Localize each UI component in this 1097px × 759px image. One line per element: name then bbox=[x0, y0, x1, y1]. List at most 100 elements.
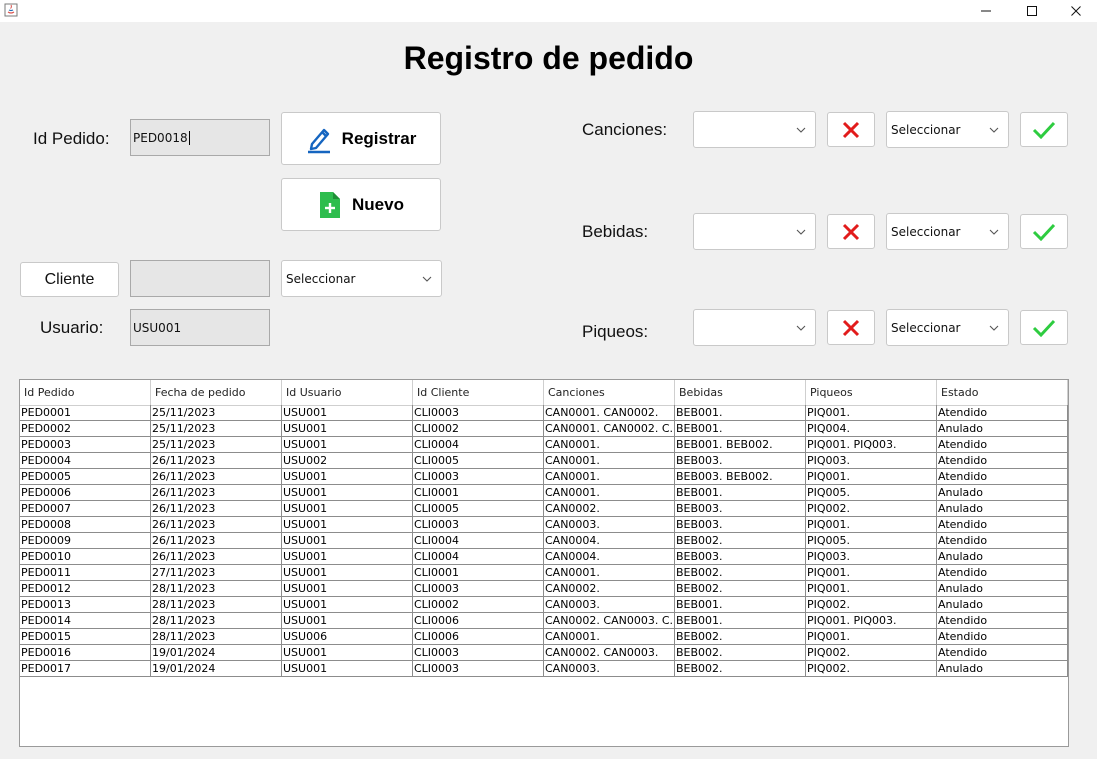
table-cell: Anulado bbox=[937, 597, 1068, 613]
table-cell: PED0011 bbox=[20, 565, 151, 581]
table-cell: BEB002. bbox=[675, 565, 806, 581]
table-cell: 27/11/2023 bbox=[151, 565, 282, 581]
piqueos-remove-button[interactable] bbox=[827, 310, 875, 345]
piqueos-added-select[interactable] bbox=[693, 309, 816, 346]
table-row[interactable]: PED0013 28/11/2023 USU001 CLI0002 CAN0003. BE… bbox=[20, 597, 1068, 613]
table-cell: Anulado bbox=[937, 549, 1068, 565]
java-app-icon bbox=[4, 3, 18, 17]
registrar-button[interactable]: Registrar bbox=[281, 112, 441, 165]
table-cell: PED0010 bbox=[20, 549, 151, 565]
table-cell: USU001 bbox=[282, 549, 413, 565]
table-row[interactable]: PED0002 25/11/2023 USU001 CLI0002 CAN0001. C… bbox=[20, 421, 1068, 437]
table-row[interactable]: PED0007 26/11/2023 USU001 CLI0005 CAN0002. BE… bbox=[20, 501, 1068, 517]
table-row[interactable]: PED0012 28/11/2023 USU001 CLI0003 CAN0002. BE… bbox=[20, 581, 1068, 597]
col-header-id-usuario[interactable]: Id Usuario bbox=[282, 380, 413, 405]
table-row[interactable]: PED0005 26/11/2023 USU001 CLI0003 CAN0001. BE… bbox=[20, 469, 1068, 485]
col-header-id-cliente[interactable]: Id Cliente bbox=[413, 380, 544, 405]
table-row[interactable]: PED0006 26/11/2023 USU001 CLI0001 CAN0001. BE… bbox=[20, 485, 1068, 501]
piqueos-select[interactable]: Seleccionar bbox=[886, 309, 1009, 346]
table-cell: PIQ001. PIQ003. bbox=[806, 613, 937, 629]
table-cell: CLI0004 bbox=[413, 549, 544, 565]
table-row[interactable]: PED0017 19/01/2024 USU001 CLI0003 CAN0003. BE… bbox=[20, 661, 1068, 677]
col-header-id-pedido[interactable]: Id Pedido bbox=[20, 380, 151, 405]
table-row[interactable]: PED0014 28/11/2023 USU001 CLI0006 CAN0002. C… bbox=[20, 613, 1068, 629]
table-cell: CAN0001. bbox=[544, 629, 675, 645]
col-header-canciones[interactable]: Canciones bbox=[544, 380, 675, 405]
table-cell: PED0012 bbox=[20, 581, 151, 597]
table-row[interactable]: PED0015 28/11/2023 USU006 CLI0006 CAN0001. BE… bbox=[20, 629, 1068, 645]
canciones-added-select[interactable] bbox=[693, 111, 816, 148]
close-icon bbox=[1071, 6, 1081, 16]
col-header-fecha[interactable]: Fecha de pedido bbox=[151, 380, 282, 405]
table-row[interactable]: PED0009 26/11/2023 USU001 CLI0004 CAN0004. BE… bbox=[20, 533, 1068, 549]
checkmark-icon bbox=[1032, 319, 1056, 337]
table-row[interactable]: PED0004 26/11/2023 USU002 CLI0005 CAN0001. BE… bbox=[20, 453, 1068, 469]
col-header-bebidas[interactable]: Bebidas bbox=[675, 380, 806, 405]
canciones-select[interactable]: Seleccionar bbox=[886, 111, 1009, 148]
registrar-button-label: Registrar bbox=[341, 128, 417, 148]
table-cell: CAN0002. bbox=[544, 581, 675, 597]
table-cell: USU001 bbox=[282, 469, 413, 485]
table-cell: BEB001. bbox=[675, 485, 806, 501]
table-row[interactable]: PED0008 26/11/2023 USU001 CLI0003 CAN0003. BE… bbox=[20, 517, 1068, 533]
table-cell: PIQ001. bbox=[806, 629, 937, 645]
table-cell: 26/11/2023 bbox=[151, 549, 282, 565]
table-cell: CLI0004 bbox=[413, 533, 544, 549]
table-cell: BEB001. BEB002. bbox=[675, 437, 806, 453]
canciones-add-button[interactable] bbox=[1020, 112, 1068, 147]
bebidas-add-button[interactable] bbox=[1020, 214, 1068, 249]
table-cell: CLI0002 bbox=[413, 597, 544, 613]
id-pedido-field[interactable]: PED0018 bbox=[130, 119, 270, 156]
orders-table[interactable]: Id Pedido Fecha de pedido Id Usuario Id Cli… bbox=[19, 379, 1069, 747]
cliente-select[interactable]: Seleccionar bbox=[281, 260, 442, 297]
table-cell: CAN0002. CAN0003. bbox=[544, 645, 675, 661]
table-cell: BEB002. bbox=[675, 533, 806, 549]
bebidas-select[interactable]: Seleccionar bbox=[886, 213, 1009, 250]
table-cell: 28/11/2023 bbox=[151, 581, 282, 597]
new-file-icon bbox=[320, 191, 341, 218]
table-cell: CLI0006 bbox=[413, 613, 544, 629]
table-cell: CLI0005 bbox=[413, 453, 544, 469]
table-cell: USU001 bbox=[282, 405, 413, 421]
cliente-button[interactable]: Cliente bbox=[20, 262, 119, 297]
table-row[interactable]: PED0010 26/11/2023 USU001 CLI0004 CAN0004. BE… bbox=[20, 549, 1068, 565]
table-cell: CAN0003. bbox=[544, 661, 675, 677]
close-button[interactable] bbox=[1053, 0, 1097, 22]
table-row[interactable]: PED0003 25/11/2023 USU001 CLI0004 CAN0001. BE… bbox=[20, 437, 1068, 453]
bebidas-remove-button[interactable] bbox=[827, 214, 875, 249]
table-cell: PED0008 bbox=[20, 517, 151, 533]
table-cell: USU001 bbox=[282, 517, 413, 533]
table-cell: CAN0001. CAN0002. bbox=[544, 405, 675, 421]
col-header-piqueos[interactable]: Piqueos bbox=[806, 380, 937, 405]
table-cell: USU001 bbox=[282, 597, 413, 613]
cliente-field[interactable] bbox=[130, 260, 270, 297]
table-row[interactable]: PED0016 19/01/2024 USU001 CLI0003 CAN0002. C… bbox=[20, 645, 1068, 661]
table-cell: Atendido bbox=[937, 629, 1068, 645]
canciones-remove-button[interactable] bbox=[827, 112, 875, 147]
table-cell: USU001 bbox=[282, 437, 413, 453]
table-cell: CLI0003 bbox=[413, 581, 544, 597]
table-cell: USU006 bbox=[282, 629, 413, 645]
id-pedido-value: PED0018 bbox=[133, 130, 188, 145]
bebidas-added-select[interactable] bbox=[693, 213, 816, 250]
table-cell: PED0006 bbox=[20, 485, 151, 501]
table-row[interactable]: PED0011 27/11/2023 USU001 CLI0001 CAN0001. BE… bbox=[20, 565, 1068, 581]
table-cell: PED0013 bbox=[20, 597, 151, 613]
maximize-button[interactable] bbox=[1009, 0, 1055, 22]
table-cell: PIQ002. bbox=[806, 501, 937, 517]
table-cell: BEB001. bbox=[675, 405, 806, 421]
bebidas-select-value: Seleccionar bbox=[891, 224, 961, 239]
usuario-field: USU001 bbox=[130, 309, 270, 346]
col-header-estado[interactable]: Estado bbox=[937, 380, 1068, 405]
usuario-value: USU001 bbox=[133, 320, 182, 335]
table-cell: CAN0003. bbox=[544, 597, 675, 613]
table-cell: 26/11/2023 bbox=[151, 517, 282, 533]
table-row[interactable]: PED0001 25/11/2023 USU001 CLI0003 CAN0001. C… bbox=[20, 405, 1068, 421]
table-cell: CAN0001. bbox=[544, 485, 675, 501]
maximize-icon bbox=[1027, 6, 1037, 16]
table-cell: BEB002. bbox=[675, 645, 806, 661]
table-cell: Anulado bbox=[937, 581, 1068, 597]
piqueos-add-button[interactable] bbox=[1020, 310, 1068, 345]
minimize-button[interactable] bbox=[963, 0, 1009, 22]
nuevo-button[interactable]: Nuevo bbox=[281, 178, 441, 231]
